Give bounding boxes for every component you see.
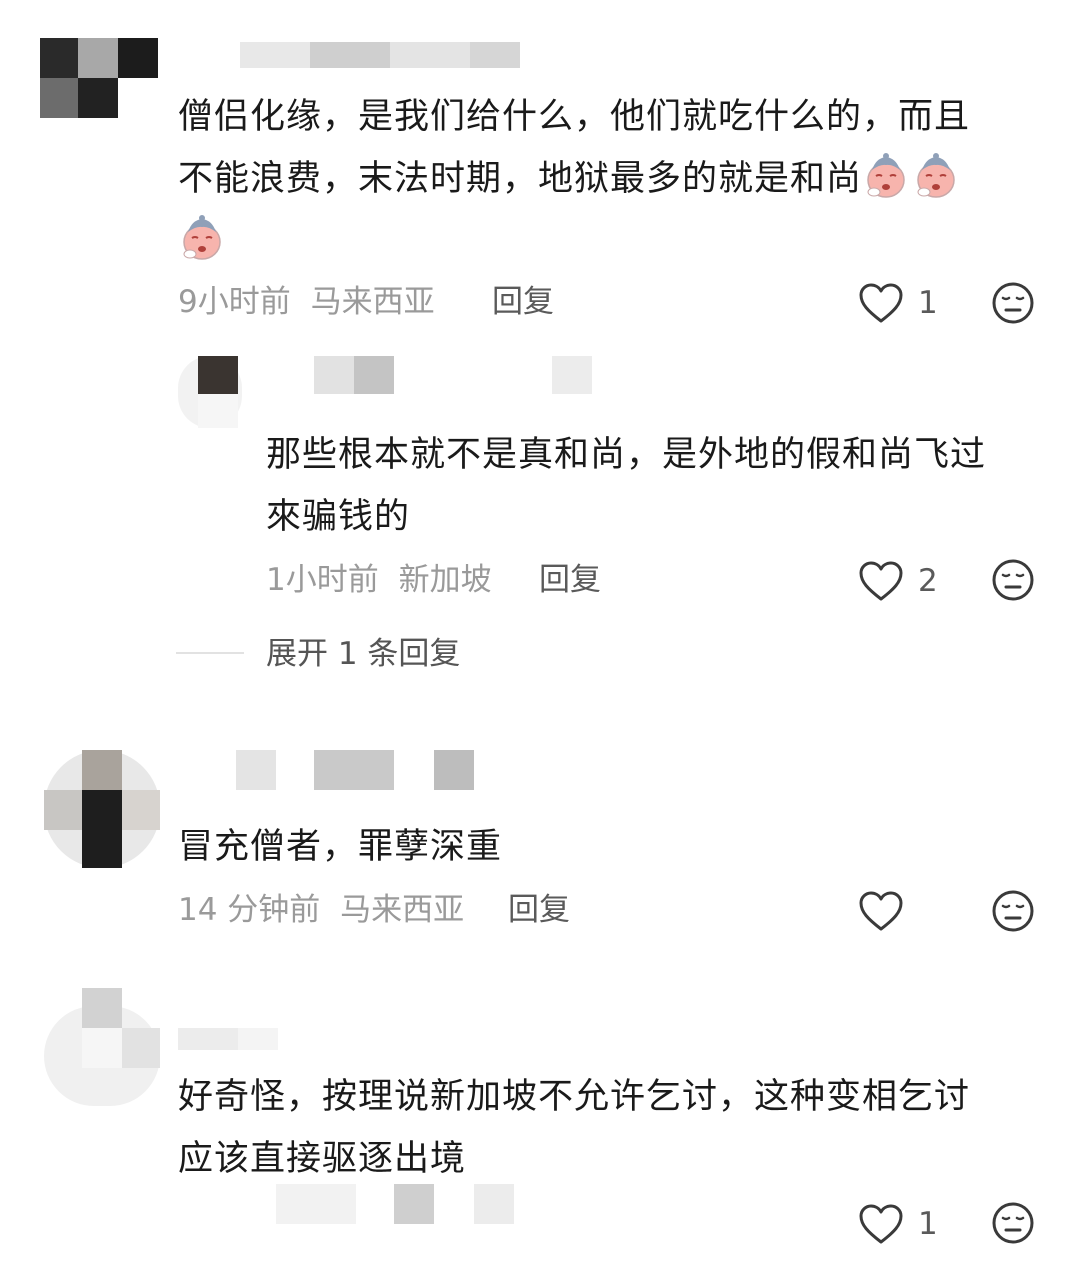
- username-blurred[interactable]: [236, 750, 476, 790]
- like-count: 1: [918, 285, 938, 321]
- dislike-neutral-face-icon[interactable]: [991, 1201, 1035, 1245]
- heart-outline-icon: [859, 561, 903, 601]
- comment-meta: 1小时前 新加坡: [266, 560, 492, 600]
- comment-text: 那些根本就不是真和尚，是外地的假和尚飞过 來骗钱的: [266, 435, 987, 537]
- expand-divider: [176, 652, 244, 654]
- like-button[interactable]: [858, 890, 918, 932]
- expand-replies-button[interactable]: 展开 1 条回复: [266, 634, 460, 674]
- reply-button[interactable]: 回复: [508, 890, 570, 930]
- crying-face-emoji-icon: [867, 152, 906, 198]
- like-count: 1: [918, 1206, 938, 1242]
- like-button[interactable]: 1: [858, 1203, 938, 1245]
- heart-outline-icon: [859, 891, 903, 931]
- reply-button[interactable]: 回复: [492, 282, 554, 322]
- dislike-neutral-face-icon[interactable]: [991, 558, 1035, 602]
- username-blurred[interactable]: [314, 356, 594, 394]
- comment-meta: 14 分钟前 马来西亚: [178, 890, 464, 930]
- username-blurred[interactable]: [178, 1028, 278, 1050]
- comment-time: 9小时前: [178, 284, 291, 320]
- heart-outline-icon: [859, 283, 903, 323]
- comment-text: 僧侣化缘，是我们给什么，他们就吃什么的，而且 不能浪费，末法时期，地狱最多的就是…: [178, 86, 970, 272]
- avatar[interactable]: [178, 356, 242, 428]
- comment-text: 冒充僧者，罪孽深重: [178, 827, 503, 867]
- dislike-neutral-face-icon[interactable]: [991, 281, 1035, 325]
- crying-face-emoji-icon: [183, 214, 221, 260]
- dislike-neutral-face-icon[interactable]: [991, 889, 1035, 933]
- comment-meta: 9小时前 马来西亚: [178, 282, 435, 322]
- avatar[interactable]: [44, 750, 160, 868]
- username-blurred[interactable]: [240, 42, 530, 68]
- crying-face-emoji-icon: [917, 152, 956, 198]
- like-button[interactable]: 2: [858, 560, 938, 602]
- reply-button[interactable]: 回复: [539, 560, 601, 600]
- comment-time: 14 分钟前: [178, 892, 321, 928]
- like-count: 2: [918, 563, 938, 599]
- comment-location: 新加坡: [398, 562, 492, 598]
- comment-location: 马来西亚: [310, 284, 435, 320]
- avatar[interactable]: [44, 988, 160, 1106]
- like-button[interactable]: 1: [858, 282, 938, 324]
- comment-text: 好奇怪，按理说新加坡不允许乞讨，这种变相乞讨 应该直接驱逐出境: [178, 1077, 971, 1179]
- comment-time: 1小时前: [266, 562, 379, 598]
- avatar[interactable]: [40, 38, 160, 118]
- heart-outline-icon: [859, 1204, 903, 1244]
- comment-meta-blurred: [276, 1184, 526, 1224]
- comment-location: 马来西亚: [340, 892, 465, 928]
